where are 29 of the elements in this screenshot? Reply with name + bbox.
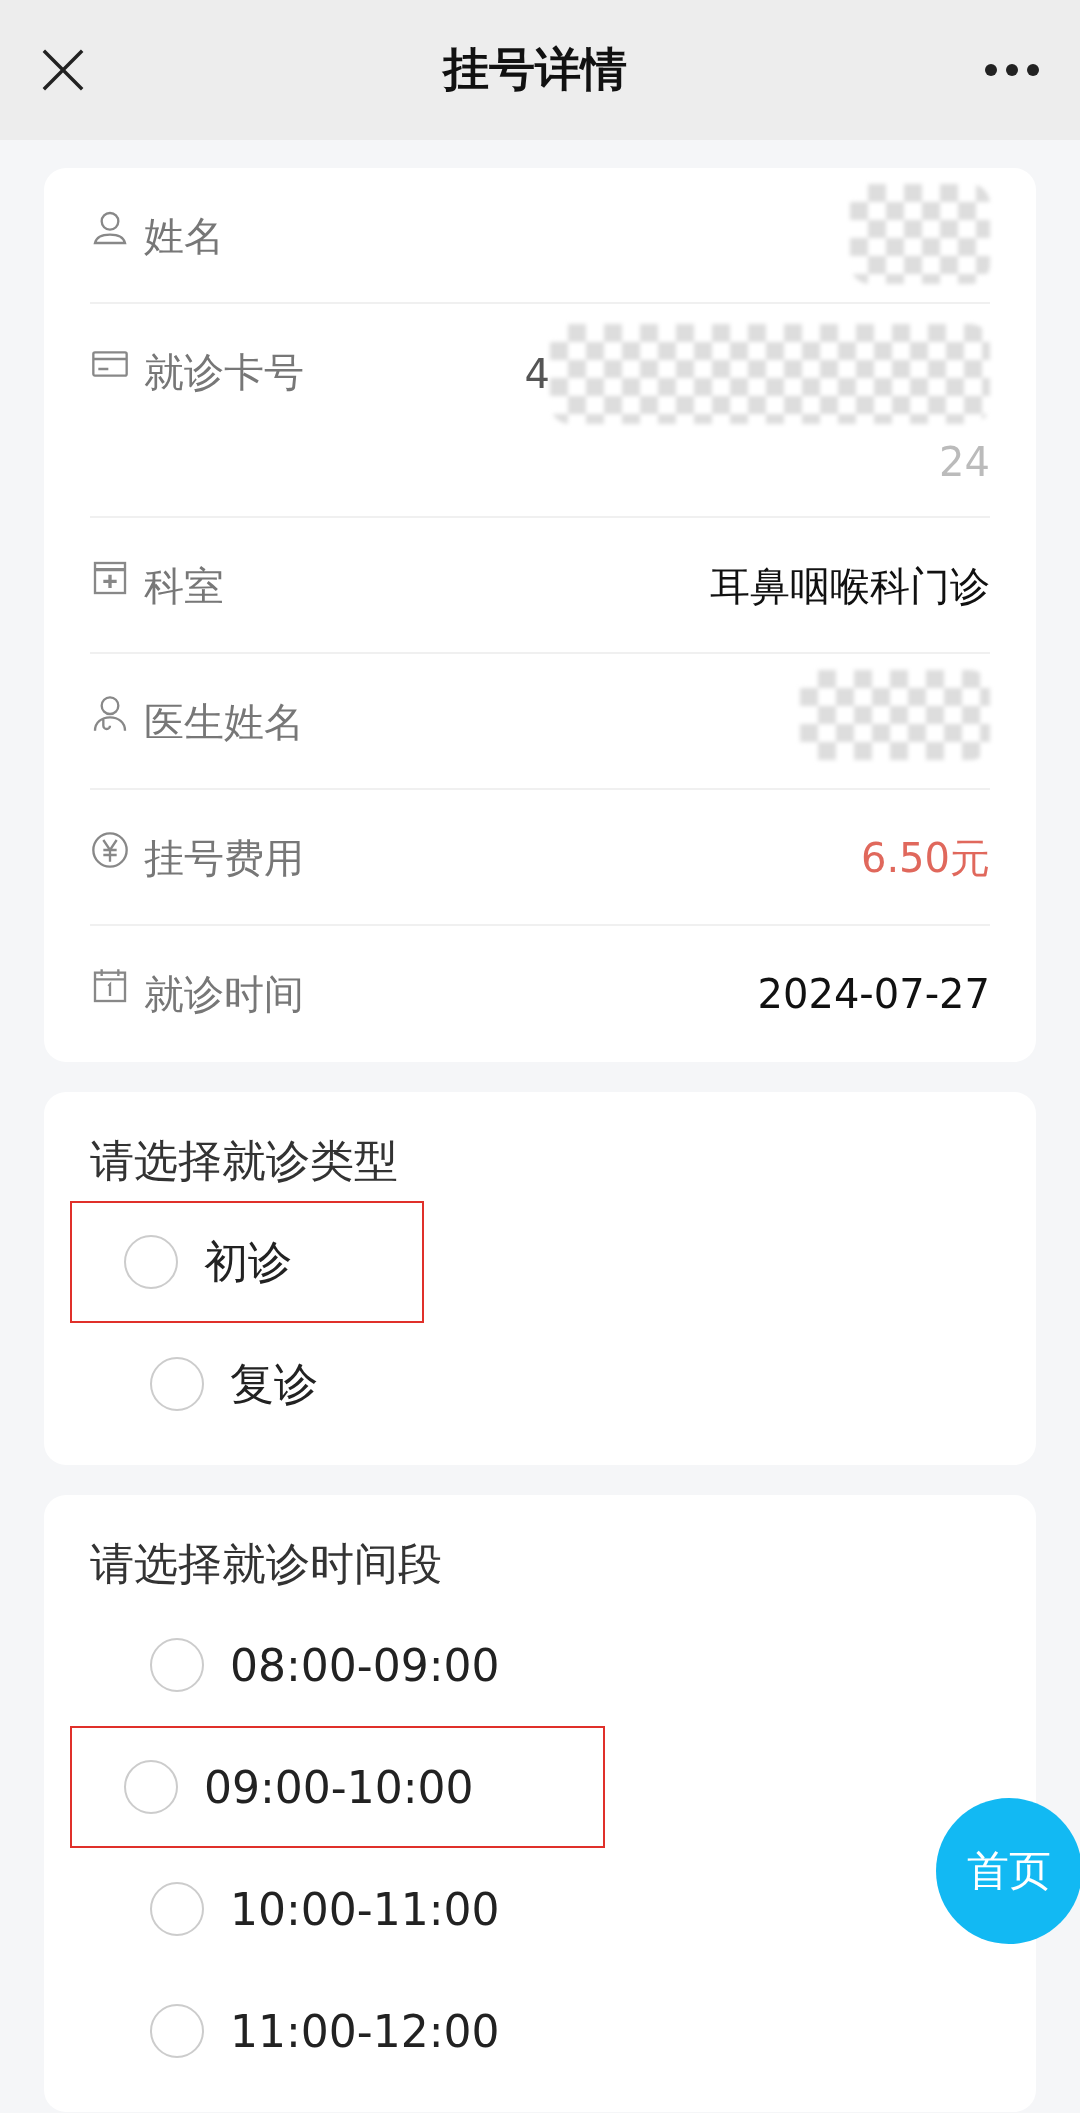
field-label: 就诊时间 [144,970,304,1019]
card-number-fragment: 24 [939,438,990,487]
field-label: 就诊卡号 [144,348,304,397]
field-label: 挂号费用 [144,834,304,883]
more-icon[interactable] [984,63,1040,77]
option-label[interactable]: 09:00-10:00 [204,1761,474,1813]
radio-button[interactable] [150,1357,204,1411]
fee-value: 6.50元 [860,834,990,883]
radio-button[interactable] [150,2004,204,2058]
field-value: 2024-07-27 [757,970,990,1019]
option-label[interactable]: 08:00-09:00 [230,1639,500,1691]
option-label[interactable]: 初诊 [204,1232,292,1292]
field-label: 姓名 [144,212,224,261]
option-label[interactable]: 11:00-12:00 [230,2005,500,2057]
field-value: 耳鼻咽喉科门诊 [710,562,990,611]
radio-button[interactable] [124,1235,178,1289]
field-label: 医生姓名 [144,698,304,747]
option-label[interactable]: 10:00-11:00 [230,1883,500,1935]
radio-button[interactable] [150,1638,204,1692]
option-label[interactable]: 复诊 [230,1354,318,1414]
radio-button[interactable] [150,1882,204,1936]
card-number-fragment: 4 [524,350,550,399]
close-icon[interactable] [40,47,86,93]
section-title: 请选择就诊时间段 [90,1537,443,1591]
field-label: 科室 [144,562,224,611]
section-title: 请选择就诊类型 [90,1134,399,1188]
radio-button[interactable] [124,1760,178,1814]
page-title: 挂号详情 [443,41,627,98]
yen-icon [90,830,130,870]
